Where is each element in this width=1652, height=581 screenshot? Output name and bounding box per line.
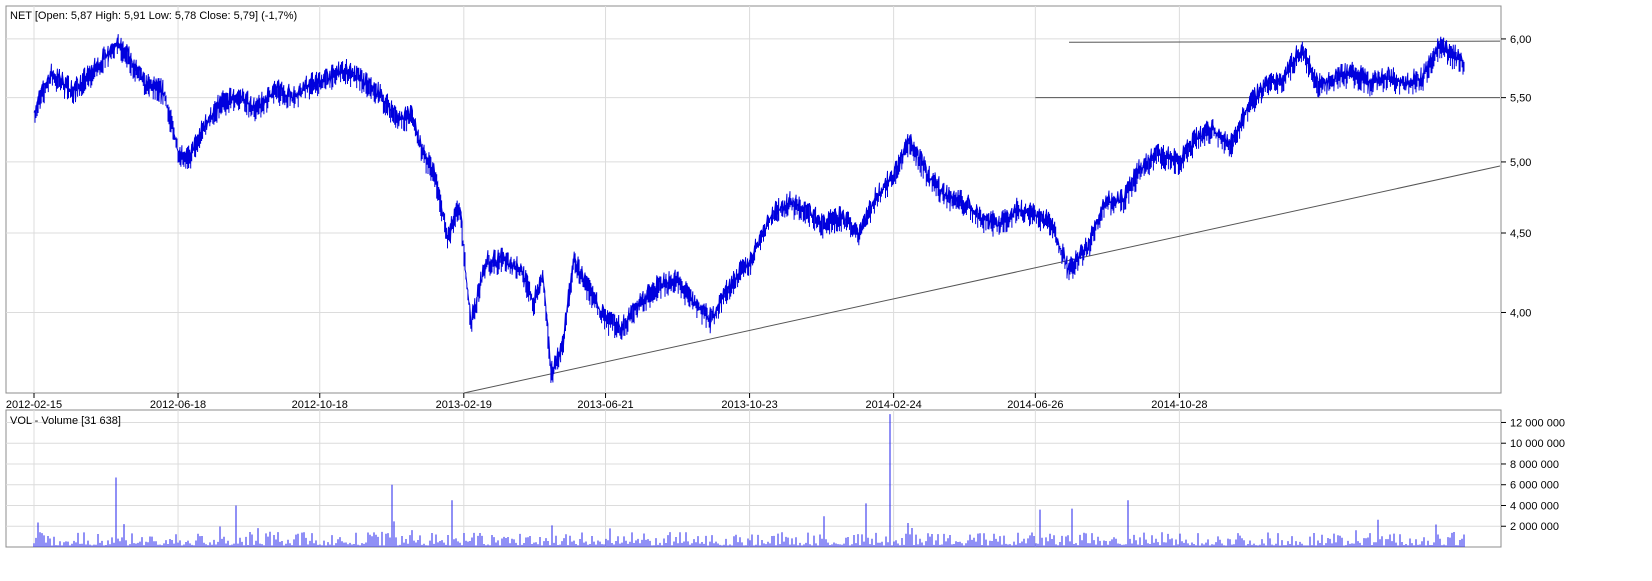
volume-y-tick-label: 2 000 000 xyxy=(1510,521,1559,533)
price-y-tick-label: 4,00 xyxy=(1510,307,1531,319)
volume-y-axis: 2 000 000 4 000 000 6 000 000 8 000 000 10 0… xyxy=(1501,417,1565,533)
x-axis-labels: 2012-02-15 2012-06-18 2012-10-18 2013-02-19… xyxy=(6,393,1208,411)
x-tick-label: 2014-02-24 xyxy=(865,399,921,411)
stock-chart: 4,00 4,50 5,00 5,50 6,00 2012-02-15 2012-06-1… xyxy=(5,5,1565,548)
volume-y-tick-label: 10 000 000 xyxy=(1510,438,1565,450)
volume-y-tick-label: 12 000 000 xyxy=(1510,417,1565,429)
x-tick-label: 2013-10-23 xyxy=(721,399,777,411)
x-tick-label: 2012-10-18 xyxy=(292,399,348,411)
price-y-tick-label: 6,00 xyxy=(1510,34,1531,46)
x-tick-label: 2013-02-19 xyxy=(436,399,492,411)
price-y-tick-label: 5,50 xyxy=(1510,93,1531,105)
volume-header: VOL - Volume [31 638] xyxy=(10,415,121,427)
x-tick-label: 2014-10-28 xyxy=(1151,399,1207,411)
x-tick-label: 2013-06-21 xyxy=(577,399,633,411)
price-y-tick-label: 5,00 xyxy=(1510,157,1531,169)
price-header: NET [Open: 5,87 High: 5,91 Low: 5,78 Clo… xyxy=(10,10,297,22)
volume-y-tick-label: 8 000 000 xyxy=(1510,459,1559,471)
volume-y-tick-label: 6 000 000 xyxy=(1510,480,1559,492)
price-y-tick-label: 4,50 xyxy=(1510,228,1531,240)
x-tick-label: 2012-06-18 xyxy=(150,399,206,411)
x-tick-label: 2012-02-15 xyxy=(6,399,62,411)
volume-y-tick-label: 4 000 000 xyxy=(1510,500,1559,512)
price-panel-frame xyxy=(5,5,1502,394)
x-tick-label: 2014-06-26 xyxy=(1007,399,1063,411)
price-y-axis: 4,00 4,50 5,00 5,50 6,00 xyxy=(1501,34,1531,319)
